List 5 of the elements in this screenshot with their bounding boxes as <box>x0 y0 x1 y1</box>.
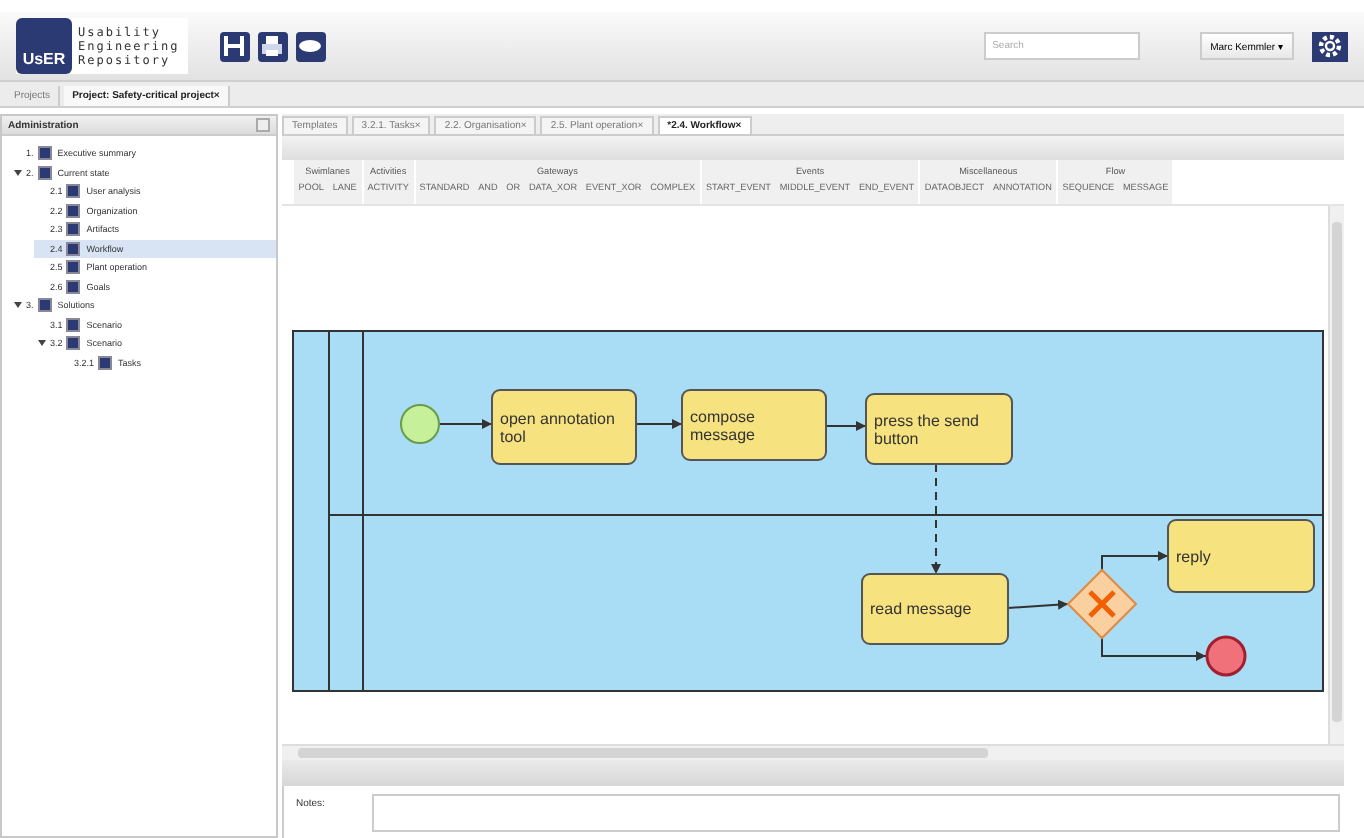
task-label: press the send button <box>874 411 981 447</box>
task-label: reply <box>1176 547 1211 565</box>
task-label: read message <box>870 600 972 618</box>
task-label: open annotation tool <box>500 409 617 445</box>
task-label: compose message <box>690 407 757 443</box>
